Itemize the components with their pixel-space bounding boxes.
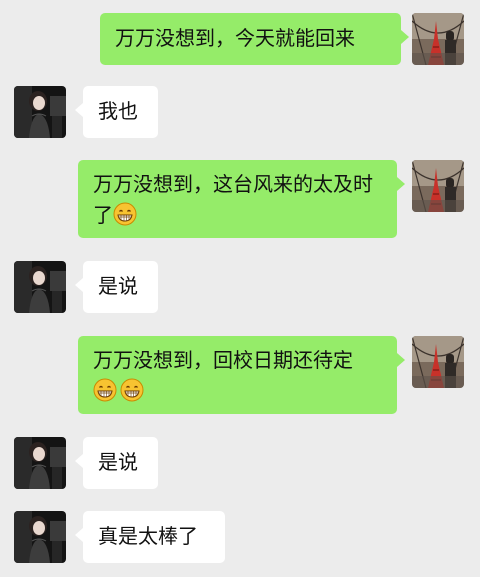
message-text: 万万没想到，回校日期还待定 bbox=[93, 348, 353, 372]
bubble-tail bbox=[75, 103, 83, 117]
eiffel-tower-avatar-icon bbox=[412, 160, 464, 212]
bubble-tail bbox=[75, 454, 83, 468]
message-bubble-received[interactable]: 是说 bbox=[75, 261, 158, 313]
contact-avatar[interactable] bbox=[14, 511, 66, 563]
my-avatar[interactable] bbox=[412, 336, 464, 388]
message-text: 万万没想到，今天就能回来 bbox=[115, 26, 355, 50]
bubble-tail bbox=[75, 528, 83, 542]
girl-portrait-avatar-icon bbox=[14, 86, 66, 138]
contact-avatar[interactable] bbox=[14, 261, 66, 313]
girl-portrait-avatar-icon bbox=[14, 511, 66, 563]
grinning-face-emoji-icon bbox=[93, 378, 117, 402]
message-bubble-received[interactable]: 真是太棒了 bbox=[75, 511, 225, 563]
girl-portrait-avatar-icon bbox=[14, 261, 66, 313]
grinning-face-emoji-icon bbox=[120, 378, 144, 402]
eiffel-tower-avatar-icon bbox=[412, 336, 464, 388]
bubble-tail bbox=[401, 30, 409, 44]
bubble-tail bbox=[397, 353, 405, 367]
message-bubble-received[interactable]: 是说 bbox=[75, 437, 158, 489]
contact-avatar[interactable] bbox=[14, 86, 66, 138]
eiffel-tower-avatar-icon bbox=[412, 13, 464, 65]
message-text: 我也 bbox=[98, 99, 138, 123]
message-bubble-sent[interactable]: 万万没想到，这台风来的太及时了 bbox=[78, 160, 405, 238]
message-text: 真是太棒了 bbox=[98, 524, 198, 548]
my-avatar[interactable] bbox=[412, 160, 464, 212]
bubble-tail bbox=[397, 177, 405, 191]
bubble-tail bbox=[75, 278, 83, 292]
message-bubble-sent[interactable]: 万万没想到，今天就能回来 bbox=[100, 13, 409, 65]
my-avatar[interactable] bbox=[412, 13, 464, 65]
grinning-face-emoji-icon bbox=[113, 202, 137, 226]
message-bubble-sent[interactable]: 万万没想到，回校日期还待定 bbox=[78, 336, 405, 414]
contact-avatar[interactable] bbox=[14, 437, 66, 489]
message-bubble-received[interactable]: 我也 bbox=[75, 86, 158, 138]
message-text: 是说 bbox=[98, 274, 138, 298]
girl-portrait-avatar-icon bbox=[14, 437, 66, 489]
message-text: 是说 bbox=[98, 450, 138, 474]
